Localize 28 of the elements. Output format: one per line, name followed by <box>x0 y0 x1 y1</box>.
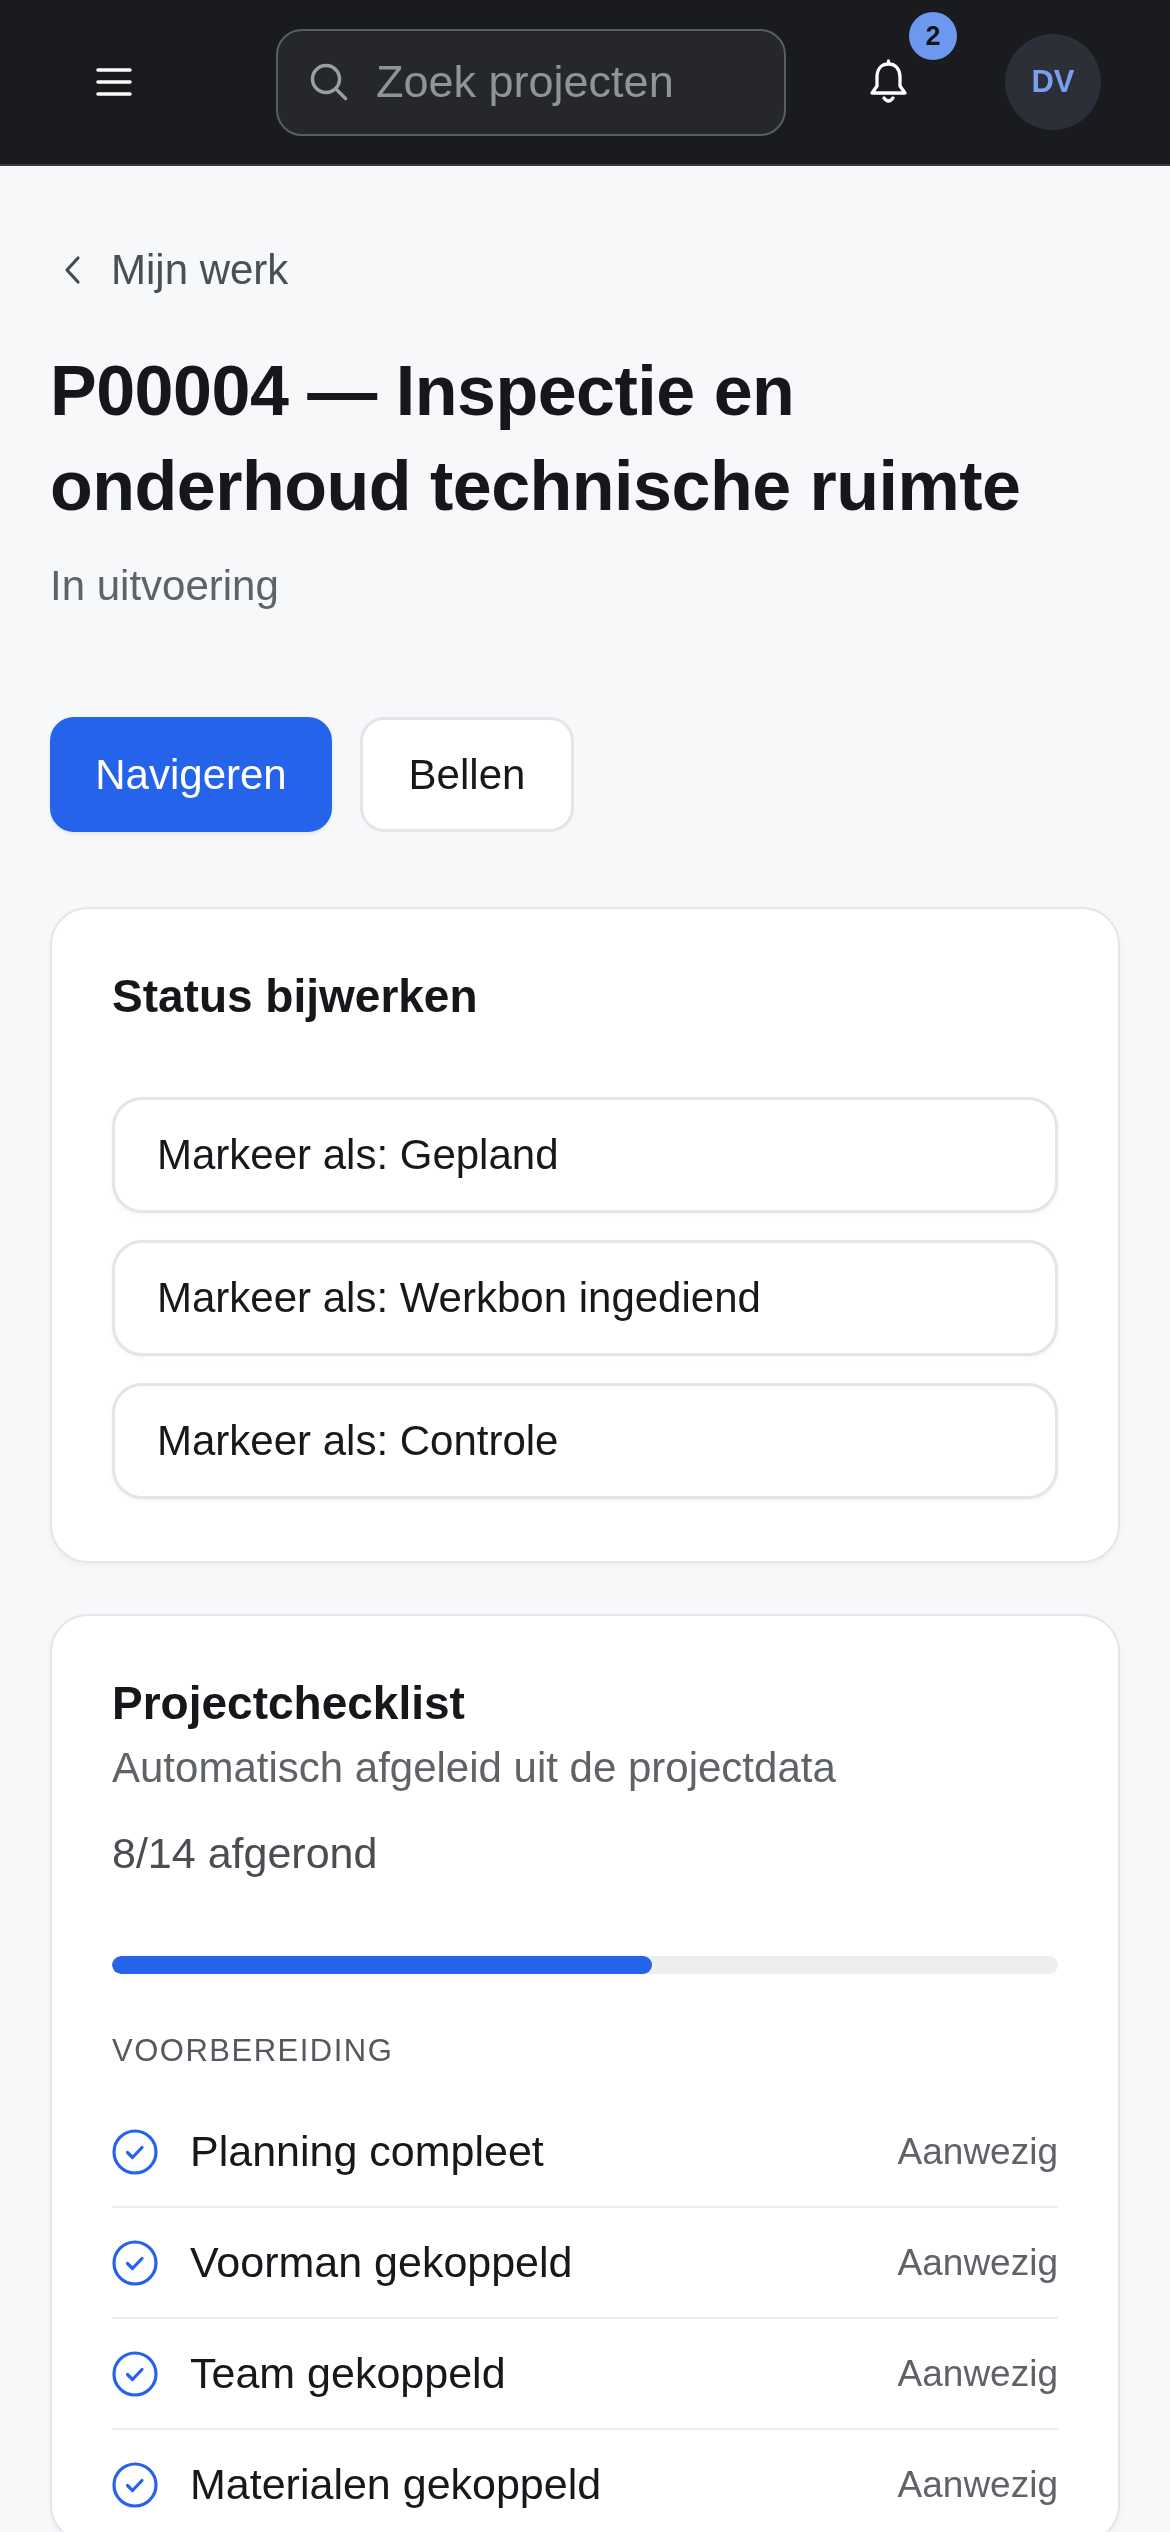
project-status: In uitvoering <box>50 561 280 611</box>
item-status: Aanwezig <box>897 2130 1058 2173</box>
checklist-item-label: Voorman gekoppeld <box>190 2238 574 2287</box>
chevron-left-icon <box>63 255 81 285</box>
project-title: P00004 — Inspectie en onderhoud technische ruimte <box>50 351 1022 527</box>
card-title: Status bijwerken <box>112 969 479 1024</box>
card-title: Projectchecklist <box>112 1676 466 1731</box>
status-option-button[interactable]: Markeer als: Gepland <box>112 1097 1058 1213</box>
back-link[interactable]: Mijn werk <box>63 245 289 295</box>
checklist-item-label: Materialen gekoppeld <box>190 2460 603 2509</box>
bell-icon[interactable] <box>868 59 909 105</box>
item-status: Aanwezig <box>897 2241 1058 2284</box>
card-subtitle: Automatisch afgeleid uit de projectdata <box>112 1743 837 1793</box>
status-option-button[interactable]: Markeer als: Controle <box>112 1383 1058 1499</box>
item-status: Aanwezig <box>897 2463 1058 2506</box>
checklist-item-label: Planning compleet <box>190 2127 545 2176</box>
avatar[interactable]: DV <box>1005 34 1101 130</box>
search-icon <box>310 62 348 101</box>
notification-badge: 2 <box>909 12 957 60</box>
menu-icon[interactable] <box>96 66 132 98</box>
checklist-item-label: Team gekoppeld <box>190 2349 507 2398</box>
action-button[interactable]: Bellen <box>360 717 574 832</box>
section-heading: VOORBEREIDING <box>112 2032 395 2070</box>
search-field[interactable]: Zoek projecten <box>276 28 786 136</box>
item-status: Aanwezig <box>897 2352 1058 2395</box>
action-button[interactable]: Navigeren <box>50 717 332 832</box>
status-option-button[interactable]: Markeer als: Werkbon ingediend <box>112 1240 1058 1356</box>
progress-text: 8/14 afgerond <box>112 1828 379 1879</box>
